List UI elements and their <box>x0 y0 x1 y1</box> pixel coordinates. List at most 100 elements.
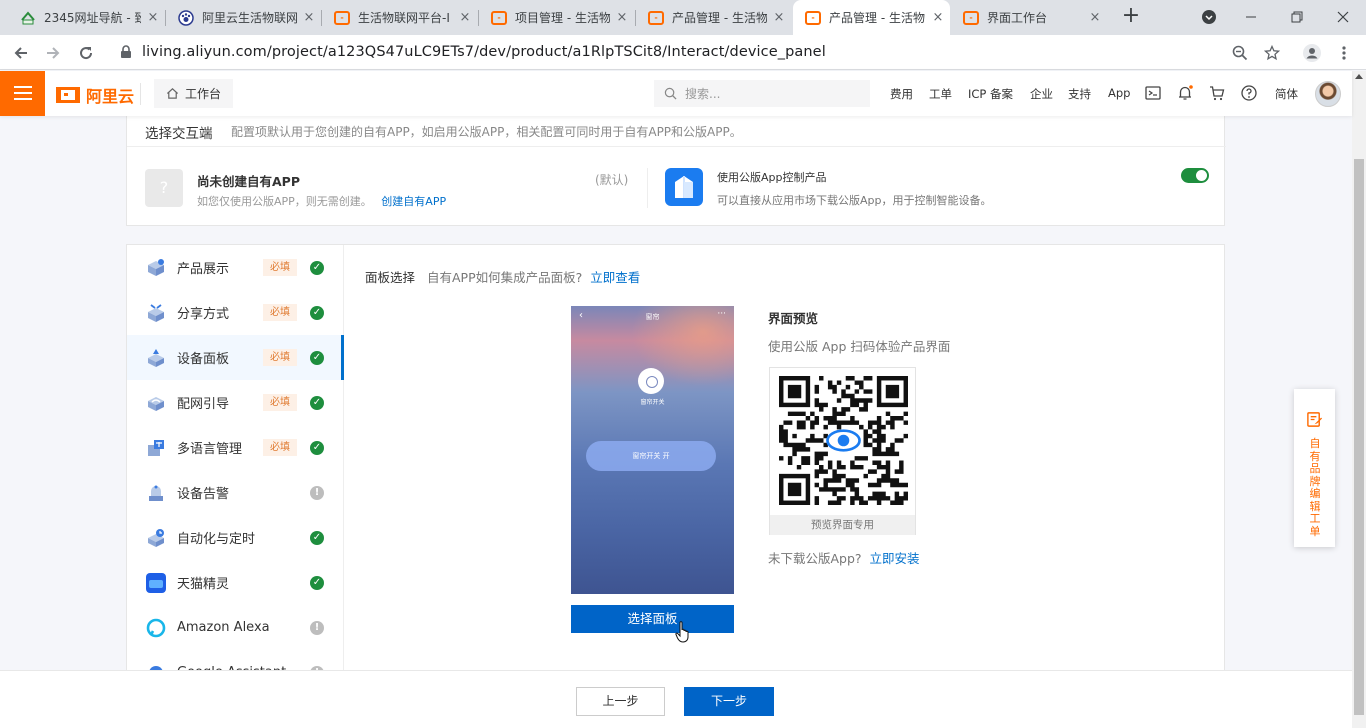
panel-select-title: 面板选择 <box>365 270 416 285</box>
power-icon <box>638 368 664 394</box>
nav-support[interactable]: 支持 <box>1068 86 1091 102</box>
choose-panel-button[interactable]: 选择面板 <box>571 605 734 633</box>
nav-app[interactable]: App <box>1108 86 1130 100</box>
panel-icon <box>148 348 164 367</box>
menu-item-amazon-alexa[interactable]: Amazon Alexa ! <box>127 605 344 650</box>
interaction-terminal-card: 选择交互端 配置项默认用于您创建的自有APP，如启用公版APP，相关配置可同时用… <box>126 116 1226 226</box>
close-tab-icon[interactable]: × <box>767 10 791 25</box>
side-tab-label: 自有品牌编辑工单 <box>1309 437 1321 538</box>
public-app-title: 使用公版App控制产品 <box>717 171 827 184</box>
required-badge: 必填 <box>263 439 297 456</box>
create-own-app-link[interactable]: 创建自有APP <box>381 195 446 208</box>
star-icon <box>1263 44 1281 61</box>
scroll-up-arrow-icon[interactable] <box>1355 74 1363 79</box>
menu-item-tmall-genie[interactable]: 天猫精灵 ✓ <box>127 560 344 605</box>
public-app-icon <box>665 168 703 206</box>
page-scrollbar[interactable] <box>1352 71 1366 728</box>
menu-item-share-method[interactable]: 分享方式 必填 ✓ <box>127 290 344 335</box>
close-window-button[interactable] <box>1320 0 1366 35</box>
check-circle-icon: ✓ <box>310 350 324 365</box>
restore-button[interactable] <box>1274 0 1320 35</box>
qr-caption: 预览界面专用 <box>770 515 915 535</box>
public-app-toggle[interactable] <box>1181 168 1209 183</box>
install-now-link[interactable]: 立即安装 <box>870 551 920 566</box>
edit-document-icon <box>1307 412 1323 427</box>
panel-config-card: 产品展示 必填 ✓ 分享方式 必填 ✓ 设备面板 必填 ✓ 配网引导 必填 ✓ … <box>126 244 1225 680</box>
browser-tabbar: 2345网址导航 - 致 × 阿里云生活物联网 × - 生活物联网平台-I × … <box>0 0 1366 35</box>
close-tab-icon[interactable]: × <box>141 10 165 25</box>
browser-tab-2[interactable]: 阿里云生活物联网 × <box>166 0 321 35</box>
nav-billing[interactable]: 费用 <box>890 86 913 102</box>
nav-ticket[interactable]: 工单 <box>929 86 952 102</box>
aliyun-favicon-icon: - <box>491 10 507 25</box>
arrow-left-icon <box>14 47 27 59</box>
close-tab-icon[interactable]: × <box>926 10 950 25</box>
cart-icon[interactable] <box>1208 84 1226 102</box>
nav-enterprise[interactable]: 企业 <box>1030 86 1053 102</box>
close-tab-icon[interactable]: × <box>453 10 477 25</box>
qr-finder <box>787 384 802 399</box>
url-field[interactable]: living.aliyun.com/project/a123QS47uLC9ET… <box>142 44 826 60</box>
placeholder-app-icon: ? <box>145 169 183 207</box>
close-tab-icon[interactable]: × <box>610 10 634 25</box>
browser-tab-1[interactable]: 2345网址导航 - 致 × <box>8 0 165 35</box>
search-input[interactable]: 搜索... <box>654 80 870 107</box>
install-prompt: 未下载公版App? 立即安装 <box>768 551 920 566</box>
default-tag: (默认) <box>595 173 629 187</box>
required-badge: 必填 <box>263 259 297 276</box>
menu-button[interactable] <box>0 71 45 116</box>
aliyun-logo[interactable]: 阿里云 <box>56 83 134 107</box>
minimize-button[interactable] <box>1228 0 1274 35</box>
browser-tab-4[interactable]: - 项目管理 - 生活物 × <box>479 0 634 35</box>
forward-button[interactable] <box>40 40 66 66</box>
zoom-button[interactable] <box>1229 42 1251 64</box>
back-button[interactable] <box>8 40 34 66</box>
warning-circle-icon: ! <box>310 485 324 500</box>
aliyun-logo-icon <box>56 87 80 103</box>
check-circle-icon: ✓ <box>310 395 324 410</box>
aliyun-favicon-icon: - <box>648 10 664 25</box>
language-switch[interactable]: 简体 <box>1275 86 1298 102</box>
header-divider <box>140 83 141 105</box>
menu-item-product-display[interactable]: 产品展示 必填 ✓ <box>127 245 344 290</box>
browser-menu-button[interactable] <box>1333 42 1355 64</box>
check-circle-icon: ✓ <box>310 530 324 545</box>
profile-button[interactable] <box>1301 42 1323 64</box>
browser-tab-3[interactable]: - 生活物联网平台-I × <box>322 0 477 35</box>
tmall-genie-icon <box>146 572 166 593</box>
previous-step-button[interactable]: 上一步 <box>576 687 665 716</box>
qr-finder <box>787 482 802 497</box>
browser-tab-5[interactable]: - 产品管理 - 生活物 × <box>636 0 791 35</box>
phone-switch-pill: 窗帘开关 开 <box>586 441 716 471</box>
qr-finder <box>885 384 900 399</box>
network-guide-icon <box>148 396 164 411</box>
search-icon <box>664 87 677 100</box>
aliyun-favicon-icon: - <box>963 10 979 25</box>
terminal-icon[interactable] <box>1144 84 1162 102</box>
close-tab-icon[interactable]: × <box>297 10 321 25</box>
browser-tab-7[interactable]: - 界面工作台 × <box>951 0 1107 35</box>
view-now-link[interactable]: 立即查看 <box>590 270 640 285</box>
menu-item-device-panel[interactable]: 设备面板 必填 ✓ <box>127 335 344 380</box>
bookmark-button[interactable] <box>1261 42 1283 64</box>
section-title: 选择交互端 <box>145 126 213 142</box>
next-step-button[interactable]: 下一步 <box>684 687 774 716</box>
browser-tab-active[interactable]: - 产品管理 - 生活物 × <box>793 0 950 35</box>
menu-item-automation[interactable]: 自动化与定时 ✓ <box>127 515 344 560</box>
new-tab-button[interactable]: + <box>1118 4 1144 30</box>
required-badge: 必填 <box>263 394 297 411</box>
workbench-button[interactable]: 工作台 <box>154 79 234 108</box>
menu-item-language[interactable]: 多语言管理 必填 ✓ <box>127 425 344 470</box>
scrollbar-thumb[interactable] <box>1354 159 1364 715</box>
tab-search-button[interactable] <box>1186 0 1232 35</box>
nav-icp[interactable]: ICP 备案 <box>968 86 1013 102</box>
menu-item-alarm[interactable]: 设备告警 ! <box>127 470 344 515</box>
brand-ticket-side-tab[interactable]: 自有品牌编辑工单 <box>1294 389 1335 547</box>
menu-item-network-guide[interactable]: 配网引导 必填 ✓ <box>127 380 344 425</box>
help-icon[interactable] <box>1240 84 1258 102</box>
user-avatar[interactable] <box>1315 81 1341 107</box>
bell-icon[interactable] <box>1176 84 1194 102</box>
close-tab-icon[interactable]: × <box>1083 10 1107 25</box>
preview-description: 使用公版 App 扫码体验产品界面 <box>768 339 951 354</box>
reload-button[interactable] <box>73 40 99 66</box>
